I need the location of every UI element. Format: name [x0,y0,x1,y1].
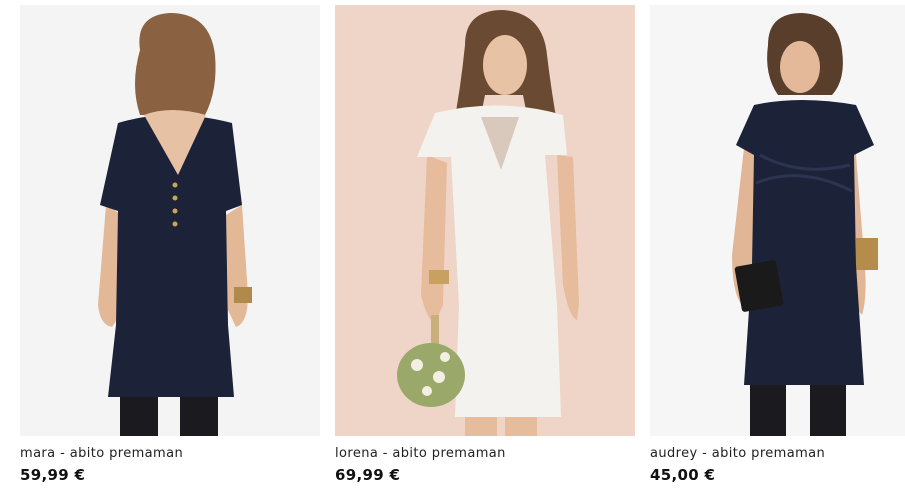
product-photo-navy-wrap-dress [650,5,905,436]
product-name[interactable]: lorena - abito premaman [335,446,635,462]
product-photo-navy-back-dress [20,5,320,436]
product-card-lorena[interactable]: lorena - abito premaman 69,99 € [335,5,635,484]
product-name[interactable]: mara - abito premaman [20,446,320,462]
product-image-mara[interactable] [20,5,320,436]
product-card-audrey[interactable]: audrey - abito premaman 45,00 € [650,5,905,484]
product-price: 45,00 € [650,466,716,484]
product-image-audrey[interactable] [650,5,905,436]
product-name[interactable]: audrey - abito premaman [650,446,905,462]
product-price: 69,99 € [335,466,401,484]
product-card-mara[interactable]: mara - abito premaman 59,99 € [20,5,320,484]
product-price: 59,99 € [20,466,86,484]
product-photo-white-lace-dress [335,5,635,436]
product-grid: mara - abito premaman 59,99 € lorena - a… [0,0,905,491]
product-image-lorena[interactable] [335,5,635,436]
